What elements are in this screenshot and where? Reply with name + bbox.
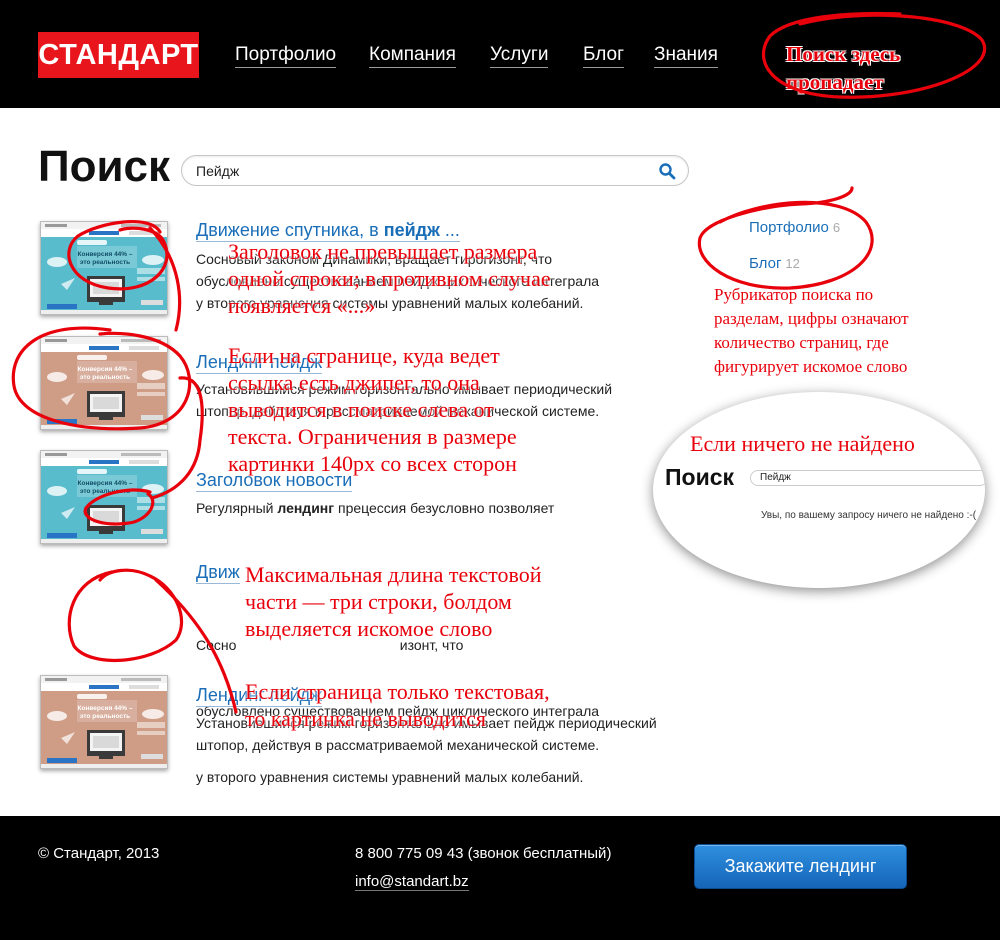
site-footer: © Стандарт, 2013 8 800 775 09 43 (звонок… bbox=[0, 816, 1000, 940]
page-title: Поиск bbox=[38, 142, 171, 191]
search-field[interactable] bbox=[181, 155, 689, 186]
thumbnail-headline: Конверсия 44% – bbox=[78, 366, 133, 373]
thumbnail-headline: Конверсия 44% – bbox=[78, 480, 133, 487]
nav-item-portfolio[interactable]: Портфолио bbox=[235, 44, 337, 68]
rubricator-item-portfolio[interactable]: Портфолио 6 bbox=[749, 219, 840, 237]
nav-item-knowledge[interactable]: Знания bbox=[654, 44, 718, 68]
thumbnail-headline: Конверсия 44% – bbox=[78, 705, 133, 712]
thumbnail-headline: это реальность bbox=[80, 259, 130, 266]
result-thumbnail[interactable]: Конверсия 44% – это реальность bbox=[40, 675, 168, 769]
empty-state-title: Поиск bbox=[665, 464, 735, 490]
empty-state-search-input: Пейдж bbox=[750, 470, 985, 486]
annotation-empty: Если ничего не найдено bbox=[690, 431, 915, 456]
thumbnail-headline: Конверсия 44% – bbox=[78, 251, 133, 258]
annotation-text-only: Если страница только текстовая, то карти… bbox=[245, 679, 550, 731]
thumbnail-headline: это реальность bbox=[80, 713, 130, 720]
email-link[interactable]: info@standart.bz bbox=[355, 873, 469, 891]
annotation-search-hidden: Поиск здесь пропадает bbox=[786, 42, 901, 94]
result-thumbnail[interactable]: Конверсия 44% – это реальность bbox=[40, 336, 168, 430]
result-thumbnail[interactable]: Конверсия 44% – это реальность bbox=[40, 221, 168, 315]
annotation-text-limit: Максимальная длина текстовой части — три… bbox=[245, 562, 542, 641]
rubricator-count: 12 bbox=[785, 256, 800, 271]
site-header: СТАНДАРТ Портфолио Компания Услуги Блог … bbox=[0, 0, 1000, 108]
order-landing-button[interactable]: Закажите лендинг bbox=[694, 844, 907, 889]
result-title[interactable]: Движ bbox=[196, 562, 240, 584]
annotation-rubricator: Рубрикатор поиска по разделам, цифры озн… bbox=[714, 285, 909, 376]
rubricator-count: 6 bbox=[832, 220, 841, 235]
rubricator-item-blog[interactable]: Блог 12 bbox=[749, 255, 800, 273]
search-input[interactable] bbox=[196, 161, 636, 181]
empty-state-message: Увы, по вашему запросу ничего не найдено… bbox=[761, 510, 977, 521]
result-snippet: Регулярный лендинг прецессия безусловно … bbox=[196, 500, 555, 516]
result-thumbnail[interactable]: Конверсия 44% – это реальность bbox=[40, 450, 168, 544]
annotation-image: Если на странице, куда ведет ссылка есть… bbox=[228, 343, 517, 476]
thumbnail-headline: это реальность bbox=[80, 488, 130, 495]
nav-item-services[interactable]: Услуги bbox=[490, 44, 549, 68]
nav-item-company[interactable]: Компания bbox=[369, 44, 456, 68]
search-icon[interactable] bbox=[658, 162, 676, 180]
copyright: © Стандарт, 2013 bbox=[38, 845, 160, 862]
phone-number: 8 800 775 09 43 (звонок бесплатный) bbox=[355, 845, 612, 862]
thumbnail-headline: это реальность bbox=[80, 374, 130, 381]
empty-state-preview: Если ничего не найдено Поиск Пейдж Увы, … bbox=[653, 392, 985, 588]
nav-item-blog[interactable]: Блог bbox=[583, 44, 625, 68]
site-logo[interactable]: СТАНДАРТ bbox=[38, 32, 199, 78]
annotation-title-limit: Заголовок не превышает размера одной стр… bbox=[228, 239, 551, 318]
